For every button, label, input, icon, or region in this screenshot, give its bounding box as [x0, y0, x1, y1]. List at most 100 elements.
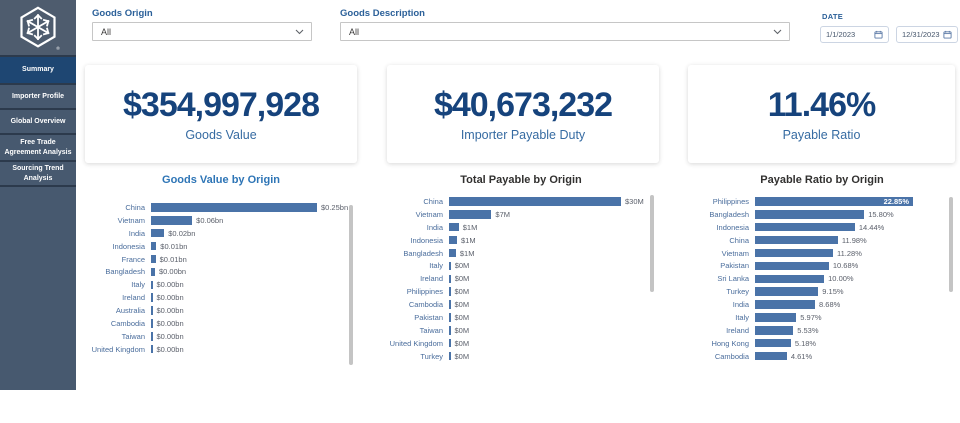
- kpi-label: Goods Value: [185, 128, 256, 142]
- chart-row[interactable]: Italy$0M: [385, 259, 657, 272]
- bar[interactable]: 22.85%: [755, 197, 913, 206]
- value-label: 15.80%: [868, 210, 893, 219]
- chart-row[interactable]: Indonesia14.44%: [688, 221, 956, 234]
- bar[interactable]: [151, 268, 155, 277]
- chart-row[interactable]: Ireland$0M: [385, 272, 657, 285]
- chart-row[interactable]: India8.68%: [688, 298, 956, 311]
- bar[interactable]: [151, 293, 153, 302]
- chart-scrollbar[interactable]: [650, 195, 654, 292]
- bar[interactable]: [755, 262, 829, 271]
- chart-row[interactable]: Turkey9.15%: [688, 285, 956, 298]
- value-label: $30M: [625, 197, 644, 206]
- chart-row[interactable]: Australia$0.00bn: [85, 304, 357, 317]
- chart-row[interactable]: Indonesia$0.01bn: [85, 240, 357, 253]
- chart-row[interactable]: Bangladesh$1M: [385, 247, 657, 260]
- bar[interactable]: [449, 352, 451, 361]
- bar[interactable]: [449, 210, 491, 219]
- chart-row[interactable]: China$30M: [385, 195, 657, 208]
- chart-row[interactable]: Cambodia$0M: [385, 298, 657, 311]
- chart-row[interactable]: United Kingdom$0.00bn: [85, 343, 357, 356]
- chart-row[interactable]: India$1M: [385, 221, 657, 234]
- sidebar-item-summary[interactable]: Summary: [0, 57, 76, 85]
- chart-row[interactable]: Vietnam$7M: [385, 208, 657, 221]
- chart-row[interactable]: Philippines$0M: [385, 285, 657, 298]
- chart-title: Payable Ratio by Origin: [688, 174, 956, 186]
- chart-row[interactable]: Italy5.97%: [688, 311, 956, 324]
- bar[interactable]: [151, 345, 153, 354]
- calendar-icon[interactable]: [874, 30, 883, 39]
- chart-row[interactable]: China11.98%: [688, 234, 956, 247]
- chart-row[interactable]: Vietnam$0.06bn: [85, 214, 357, 227]
- bar[interactable]: [151, 242, 156, 251]
- date-end-input[interactable]: 12/31/2023: [896, 26, 958, 43]
- chart-row[interactable]: United Kingdom$0M: [385, 337, 657, 350]
- bar[interactable]: [449, 287, 451, 296]
- bar[interactable]: [755, 275, 824, 284]
- bar[interactable]: [449, 275, 451, 284]
- bar[interactable]: [755, 287, 818, 296]
- bar[interactable]: [755, 326, 793, 335]
- bar[interactable]: [151, 319, 153, 328]
- sidebar-item-global-overview[interactable]: Global Overview: [0, 110, 76, 135]
- chart-row[interactable]: Hong Kong5.18%: [688, 337, 956, 350]
- chart-scrollbar[interactable]: [949, 197, 953, 292]
- chart-row[interactable]: Sri Lanka10.00%: [688, 272, 956, 285]
- chart-row[interactable]: India$0.02bn: [85, 227, 357, 240]
- sidebar-item-fta-analysis[interactable]: Free Trade Agreement Analysis: [0, 135, 76, 162]
- value-label: 5.18%: [795, 339, 816, 348]
- sidebar-item-sourcing-trend[interactable]: Sourcing Trend Analysis: [0, 162, 76, 187]
- bar[interactable]: [449, 326, 451, 335]
- bar[interactable]: [151, 229, 164, 238]
- sidebar-item-importer-profile[interactable]: Importer Profile: [0, 85, 76, 110]
- value-label: 10.68%: [833, 261, 858, 270]
- goods-description-dropdown[interactable]: All: [340, 22, 790, 41]
- chart-row[interactable]: Philippines22.85%: [688, 195, 956, 208]
- value-label: $0M: [455, 261, 470, 270]
- bar[interactable]: [755, 313, 796, 322]
- bar[interactable]: [151, 203, 317, 212]
- chart-row[interactable]: Vietnam11.28%: [688, 247, 956, 260]
- bar[interactable]: [449, 300, 451, 309]
- bar[interactable]: [449, 223, 459, 232]
- bar[interactable]: [151, 216, 192, 225]
- bar[interactable]: [151, 306, 153, 315]
- bar[interactable]: [755, 223, 855, 232]
- bar[interactable]: [755, 249, 833, 258]
- bar[interactable]: [755, 300, 815, 309]
- date-start-input[interactable]: 1/1/2023: [820, 26, 889, 43]
- chart-row[interactable]: Bangladesh$0.00bn: [85, 265, 357, 278]
- bar[interactable]: [449, 339, 451, 348]
- chart-row[interactable]: Taiwan$0M: [385, 324, 657, 337]
- chart-row[interactable]: Pakistan$0M: [385, 311, 657, 324]
- bar[interactable]: [755, 210, 864, 219]
- value-label: 11.28%: [837, 249, 862, 258]
- chart-row[interactable]: Pakistan10.68%: [688, 259, 956, 272]
- value-label: 5.53%: [797, 326, 818, 335]
- chart-row[interactable]: Ireland5.53%: [688, 324, 956, 337]
- bar[interactable]: [449, 236, 457, 245]
- bar[interactable]: [755, 339, 791, 348]
- bar[interactable]: [755, 236, 838, 245]
- goods-origin-dropdown[interactable]: All: [92, 22, 312, 41]
- chart-row[interactable]: Italy$0.00bn: [85, 278, 357, 291]
- chart-row[interactable]: France$0.01bn: [85, 253, 357, 266]
- chart-row[interactable]: Cambodia4.61%: [688, 350, 956, 363]
- bar[interactable]: [449, 249, 456, 258]
- chart-row[interactable]: Indonesia$1M: [385, 234, 657, 247]
- chart-row[interactable]: Turkey$0M: [385, 350, 657, 363]
- chart-scrollbar[interactable]: [349, 205, 353, 365]
- chart-row[interactable]: China$0.25bn: [85, 201, 357, 214]
- calendar-icon[interactable]: [943, 30, 952, 39]
- bar[interactable]: [449, 262, 451, 271]
- bar[interactable]: [151, 255, 156, 264]
- chart-row[interactable]: Taiwan$0.00bn: [85, 330, 357, 343]
- chart-row[interactable]: Bangladesh15.80%: [688, 208, 956, 221]
- bar[interactable]: [151, 281, 153, 290]
- sidebar-item-label: Importer Profile: [12, 92, 64, 101]
- bar[interactable]: [449, 197, 621, 206]
- bar[interactable]: [755, 352, 787, 361]
- chart-row[interactable]: Ireland$0.00bn: [85, 291, 357, 304]
- bar[interactable]: [449, 313, 451, 322]
- chart-row[interactable]: Cambodia$0.00bn: [85, 317, 357, 330]
- bar[interactable]: [151, 332, 153, 341]
